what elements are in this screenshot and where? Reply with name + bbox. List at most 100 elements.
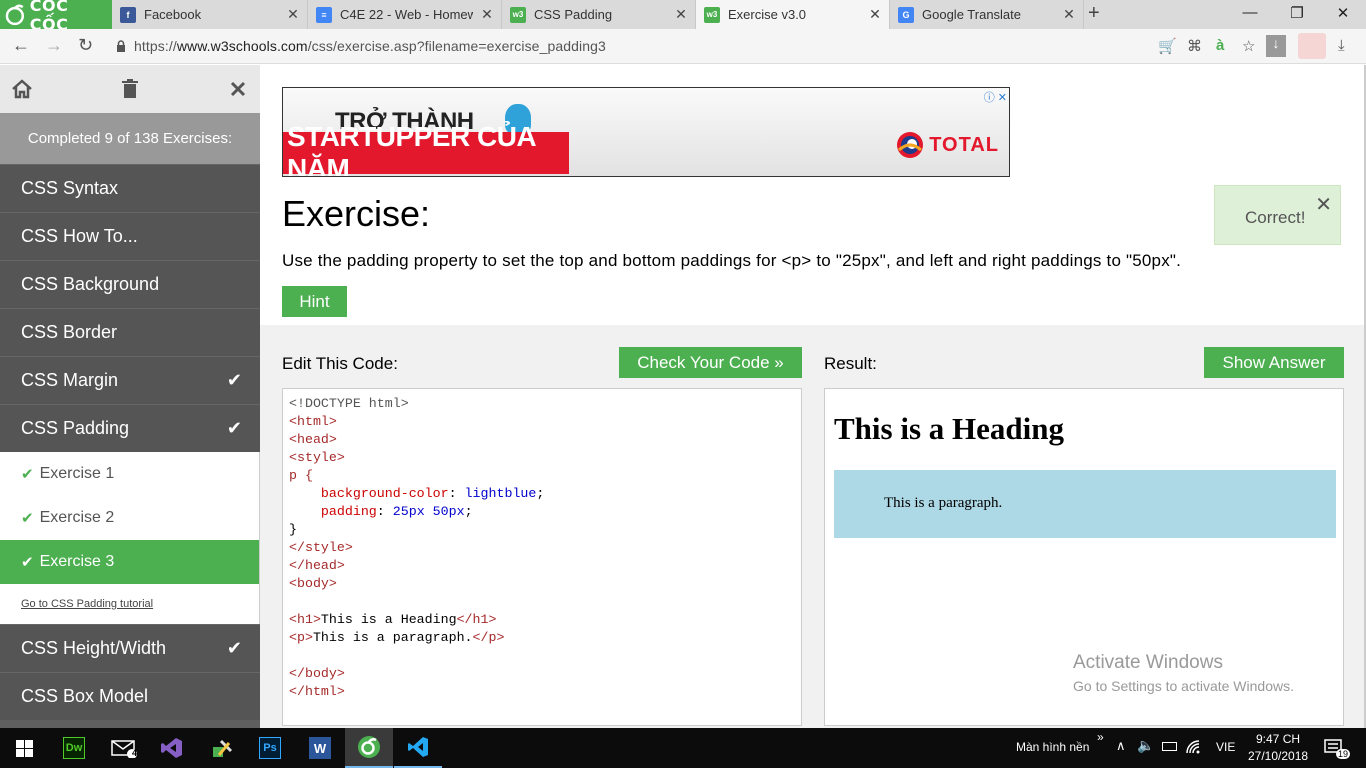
tab-title: C4E 22 - Web - Homewo (340, 7, 473, 22)
tray-expand-icon[interactable]: ∧ (1116, 738, 1126, 754)
reload-icon[interactable]: ↻ (78, 35, 93, 56)
sidebar-item-css-border[interactable]: CSS Border (0, 308, 260, 356)
taskbar-dreamweaver[interactable]: Dw (50, 728, 98, 768)
shopping-cart-icon[interactable]: 🛒 (1158, 37, 1177, 55)
code-text: This is a Heading (320, 612, 457, 627)
tab-title: Facebook (144, 7, 202, 22)
taskbar-vscode[interactable] (394, 728, 442, 768)
new-tab-button[interactable]: + (1088, 2, 1100, 25)
taskbar-word[interactable]: W (296, 728, 344, 768)
desktop-chevron-icon[interactable]: » (1097, 730, 1104, 744)
start-button[interactable] (0, 728, 48, 768)
close-tab-icon[interactable]: ✕ (473, 6, 501, 23)
trash-icon[interactable] (121, 79, 139, 99)
tab-homework[interactable]: ≡ C4E 22 - Web - Homewo ✕ (308, 0, 502, 29)
close-tab-icon[interactable]: ✕ (861, 6, 889, 23)
code-token: </head> (289, 558, 345, 573)
sidebar-item-css-margin[interactable]: CSS Margin ✔ (0, 356, 260, 404)
watermark-title: Activate Windows (1073, 652, 1223, 673)
code-token: <body> (289, 576, 337, 591)
tab-facebook[interactable]: f Facebook ✕ (112, 0, 308, 29)
url-field[interactable]: https://www.w3schools.com/css/exercise.a… (134, 38, 606, 54)
download-badge-icon[interactable]: ↓ (1266, 35, 1286, 57)
visual-studio-icon (161, 738, 182, 758)
tab-css-padding[interactable]: w3 CSS Padding ✕ (502, 0, 696, 29)
sidebar-item-css-height-width[interactable]: CSS Height/Width ✔ (0, 624, 260, 672)
tools-icon (213, 739, 233, 757)
battery-icon[interactable] (1162, 742, 1177, 751)
tab-exercise[interactable]: w3 Exercise v3.0 ✕ (696, 0, 890, 29)
tutorial-link-row: Go to CSS Padding tutorial (0, 584, 260, 624)
close-tab-icon[interactable]: ✕ (667, 6, 695, 23)
taskbar-visual-studio[interactable] (148, 728, 196, 768)
close-alert-icon[interactable]: ✕ (1315, 192, 1332, 217)
sidebar-item-label: CSS Margin (21, 370, 119, 390)
close-tab-icon[interactable]: ✕ (1055, 6, 1083, 23)
tab-title: Google Translate (922, 7, 1022, 22)
bookmark-star-icon[interactable]: ☆ (1242, 37, 1255, 55)
close-icon[interactable] (230, 81, 246, 97)
exercise-item-1[interactable]: ✔ Exercise 1 (0, 452, 260, 496)
downloads-icon[interactable]: ⤓ (1338, 37, 1345, 54)
profile-avatar-icon[interactable] (1298, 33, 1326, 59)
sidebar-item-css-how-to[interactable]: CSS How To... (0, 212, 260, 260)
main-content: TRỞ THÀNH STARTUPPER CỦA NĂM TOTAL ⓘ ✕ E… (260, 65, 1366, 728)
sidebar-item-css-padding[interactable]: CSS Padding ✔ (0, 404, 260, 452)
mail-badge: 4 (132, 748, 138, 758)
clock-time[interactable]: 9:47 CH (1256, 732, 1300, 746)
taskbar-tools[interactable] (198, 728, 246, 768)
ad-brand-name: TOTAL (929, 133, 999, 156)
vietnamese-input-icon[interactable]: à (1216, 37, 1224, 54)
google-docs-icon: ≡ (316, 6, 332, 23)
code-editor[interactable]: <!DOCTYPE html> <html> <head> <style> p … (282, 388, 802, 726)
taskbar-mail[interactable]: 4 (100, 728, 148, 768)
translate-icon[interactable]: ⌘ (1187, 37, 1202, 55)
code-token: <head> (289, 432, 337, 447)
check-code-button[interactable]: Check Your Code » (619, 347, 802, 378)
activate-windows-watermark: Activate Windows Go to Settings to activ… (1073, 652, 1294, 694)
hint-button[interactable]: Hint (282, 286, 347, 317)
exercise-item-3[interactable]: ✔ Exercise 3 (0, 540, 260, 584)
browser-tab-bar: CỐC CỐC f Facebook ✕ ≡ C4E 22 - Web - Ho… (0, 0, 1366, 34)
tutorial-link[interactable]: Go to CSS Padding tutorial (21, 598, 153, 610)
desktop-label[interactable]: Màn hình nền (1016, 740, 1089, 754)
windows-logo-icon (15, 739, 33, 757)
restore-button[interactable]: ❐ (1287, 4, 1307, 22)
show-answer-button[interactable]: Show Answer (1204, 347, 1344, 378)
volume-icon[interactable]: 🔈 (1137, 737, 1154, 754)
checkmark-icon: ✔ (21, 510, 34, 527)
sidebar-item-label: CSS Padding (21, 418, 130, 438)
code-value: lightblue (464, 486, 537, 501)
minimize-button[interactable]: — (1240, 4, 1260, 21)
coccoc-brand[interactable]: CỐC CỐC (0, 0, 112, 34)
back-arrow-icon[interactable]: ← (12, 35, 30, 56)
sidebar-item-label: CSS Border (21, 322, 118, 342)
close-tab-icon[interactable]: ✕ (279, 6, 307, 23)
sidebar-item-css-background[interactable]: CSS Background (0, 260, 260, 308)
home-icon[interactable] (11, 79, 33, 99)
taskbar-coccoc[interactable] (345, 728, 393, 768)
forward-arrow-icon[interactable]: → (45, 35, 63, 56)
photoshop-icon: Ps (259, 737, 281, 759)
language-indicator[interactable]: VIE (1216, 740, 1235, 754)
close-window-button[interactable]: ✕ (1333, 4, 1353, 22)
address-bar: ← → ↻ https://www.w3schools.com/css/exer… (0, 29, 1366, 64)
sidebar-item-label: CSS Background (21, 274, 160, 294)
clock-date[interactable]: 27/10/2018 (1248, 749, 1308, 763)
checkmark-icon: ✔ (21, 554, 34, 571)
result-heading: This is a Heading (834, 411, 1064, 446)
dreamweaver-icon: Dw (63, 737, 85, 759)
ad-choices-icon[interactable]: ⓘ ✕ (984, 89, 1007, 105)
code-token: <h1> (289, 612, 321, 627)
progress-text: Completed 9 of 138 Exercises: (0, 113, 260, 164)
advertisement-banner[interactable]: TRỞ THÀNH STARTUPPER CỦA NĂM TOTAL ⓘ ✕ (282, 87, 1010, 177)
notification-count-badge: 19 (1336, 749, 1351, 759)
taskbar-photoshop[interactable]: Ps (246, 728, 294, 768)
sidebar-item-css-box-model[interactable]: CSS Box Model (0, 672, 260, 720)
exercise-item-2[interactable]: ✔ Exercise 2 (0, 496, 260, 540)
tab-google-translate[interactable]: G Google Translate ✕ (890, 0, 1084, 29)
coccoc-icon (358, 736, 380, 758)
sidebar-item-css-syntax[interactable]: CSS Syntax (0, 164, 260, 212)
wifi-icon[interactable] (1186, 740, 1202, 754)
checkmark-icon: ✔ (226, 370, 242, 390)
